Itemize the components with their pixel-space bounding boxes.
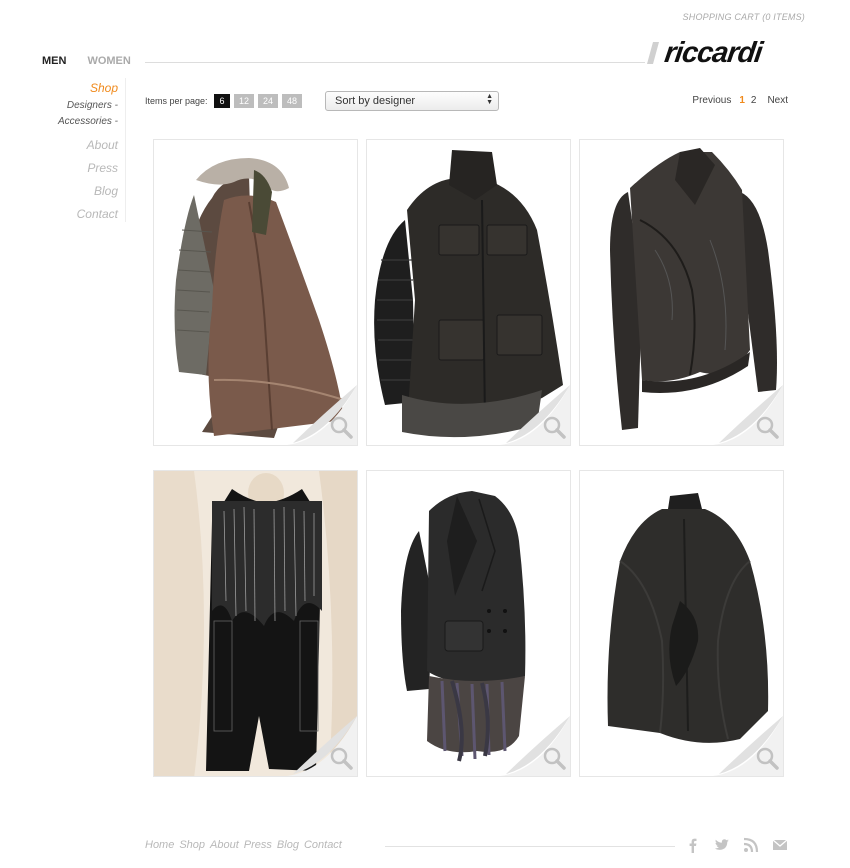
- items-per-page-options: 6 12 24 48: [214, 94, 302, 108]
- zoom-icon[interactable]: [755, 415, 779, 439]
- gender-tabs: MEN WOMEN: [42, 55, 131, 67]
- pager-previous[interactable]: Previous: [692, 95, 731, 106]
- tab-men[interactable]: MEN: [42, 55, 66, 67]
- sort-select-value: Sort by designer: [335, 95, 416, 107]
- ipp-option-12[interactable]: 12: [234, 94, 254, 108]
- header-divider: [145, 62, 645, 63]
- footer-divider: [385, 846, 675, 847]
- footer-nav: Home Shop About Press Blog Contact: [145, 839, 342, 851]
- footer-link-home[interactable]: Home: [145, 839, 174, 851]
- footer-link-blog[interactable]: Blog: [277, 839, 299, 851]
- sidebar-item-designers[interactable]: Designers -: [40, 98, 118, 114]
- footer-link-press[interactable]: Press: [244, 839, 272, 851]
- product-card[interactable]: [366, 470, 571, 777]
- ipp-option-48[interactable]: 48: [282, 94, 302, 108]
- sidebar-item-accessories[interactable]: Accessories -: [40, 114, 118, 130]
- zoom-icon[interactable]: [329, 415, 353, 439]
- tab-women[interactable]: WOMEN: [87, 55, 130, 67]
- sidebar-item-press[interactable]: Press: [40, 157, 118, 180]
- pagination: Previous 1 2 Next: [692, 95, 788, 106]
- twitter-icon[interactable]: [714, 837, 730, 853]
- sort-select[interactable]: Sort by designer ▲ ▼: [325, 91, 499, 111]
- ipp-option-24[interactable]: 24: [258, 94, 278, 108]
- facebook-icon[interactable]: [685, 837, 701, 853]
- product-card[interactable]: [366, 139, 571, 446]
- sidebar-nav: Shop Designers - Accessories - About Pre…: [40, 78, 126, 222]
- footer-link-shop[interactable]: Shop: [179, 839, 205, 851]
- zoom-icon[interactable]: [542, 746, 566, 770]
- footer-link-contact[interactable]: Contact: [304, 839, 342, 851]
- product-card[interactable]: [153, 470, 358, 777]
- footer-link-about[interactable]: About: [210, 839, 239, 851]
- email-icon[interactable]: [772, 837, 788, 853]
- items-per-page-label: Items per page:: [145, 96, 208, 106]
- shopping-cart-link[interactable]: SHOPPING CART (0 ITEMS): [683, 12, 805, 22]
- pager-page-1[interactable]: 1: [739, 95, 745, 106]
- product-card[interactable]: [153, 139, 358, 446]
- sidebar-item-contact[interactable]: Contact: [40, 203, 118, 226]
- zoom-icon[interactable]: [755, 746, 779, 770]
- rss-icon[interactable]: [743, 837, 759, 853]
- pager-next[interactable]: Next: [767, 95, 788, 106]
- social-links: [685, 837, 788, 853]
- sidebar-item-blog[interactable]: Blog: [40, 180, 118, 203]
- footer: Home Shop About Press Blog Contact: [145, 837, 788, 855]
- zoom-icon[interactable]: [542, 415, 566, 439]
- product-card[interactable]: [579, 470, 784, 777]
- pager-page-2[interactable]: 2: [751, 95, 757, 106]
- ipp-option-6[interactable]: 6: [214, 94, 230, 108]
- svg-text:riccardi: riccardi: [663, 38, 766, 66]
- product-toolbar: Items per page: 6 12 24 48 Sort by desig…: [145, 91, 788, 111]
- select-arrows-icon: ▲ ▼: [486, 93, 493, 106]
- sidebar-item-about[interactable]: About: [40, 134, 118, 157]
- zoom-icon[interactable]: [329, 746, 353, 770]
- product-card[interactable]: [579, 139, 784, 446]
- riccardi-logo[interactable]: riccardi: [643, 38, 808, 66]
- sidebar-item-shop[interactable]: Shop: [40, 78, 118, 98]
